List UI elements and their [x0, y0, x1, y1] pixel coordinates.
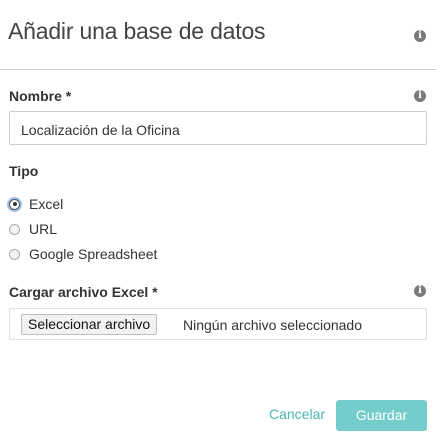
name-label: Nombre * — [9, 88, 72, 104]
choose-file-button[interactable]: Seleccionar archivo — [21, 314, 158, 335]
radio-option-url[interactable]: URL — [9, 220, 57, 238]
name-field[interactable]: Localización de la Oficina — [9, 111, 427, 145]
type-label: Tipo — [9, 163, 39, 179]
dialog-header: Añadir una base de datos i — [0, 0, 436, 70]
file-info-icon[interactable]: i — [414, 285, 426, 297]
radio-option-google-spreadsheet[interactable]: Google Spreadsheet — [9, 245, 157, 263]
radio-button-google-spreadsheet[interactable] — [9, 248, 20, 260]
name-field-value: Localización de la Oficina — [21, 122, 180, 138]
file-label: Cargar archivo Excel * — [9, 284, 158, 300]
radio-button-excel[interactable] — [9, 198, 20, 210]
name-info-icon[interactable]: i — [414, 90, 426, 102]
dialog-title: Añadir una base de datos — [8, 18, 266, 44]
save-button[interactable]: Guardar — [336, 400, 427, 431]
radio-label-google-spreadsheet: Google Spreadsheet — [29, 246, 158, 262]
cancel-button[interactable]: Cancelar — [269, 406, 325, 422]
info-icon[interactable]: i — [414, 30, 426, 42]
radio-option-excel[interactable]: Excel — [9, 195, 63, 213]
file-upload-field: Seleccionar archivo Ningún archivo selec… — [9, 308, 427, 340]
radio-label-excel: Excel — [29, 196, 64, 212]
file-status-text: Ningún archivo seleccionado — [183, 317, 362, 333]
radio-button-url[interactable] — [9, 223, 20, 235]
radio-label-url: URL — [29, 221, 58, 237]
